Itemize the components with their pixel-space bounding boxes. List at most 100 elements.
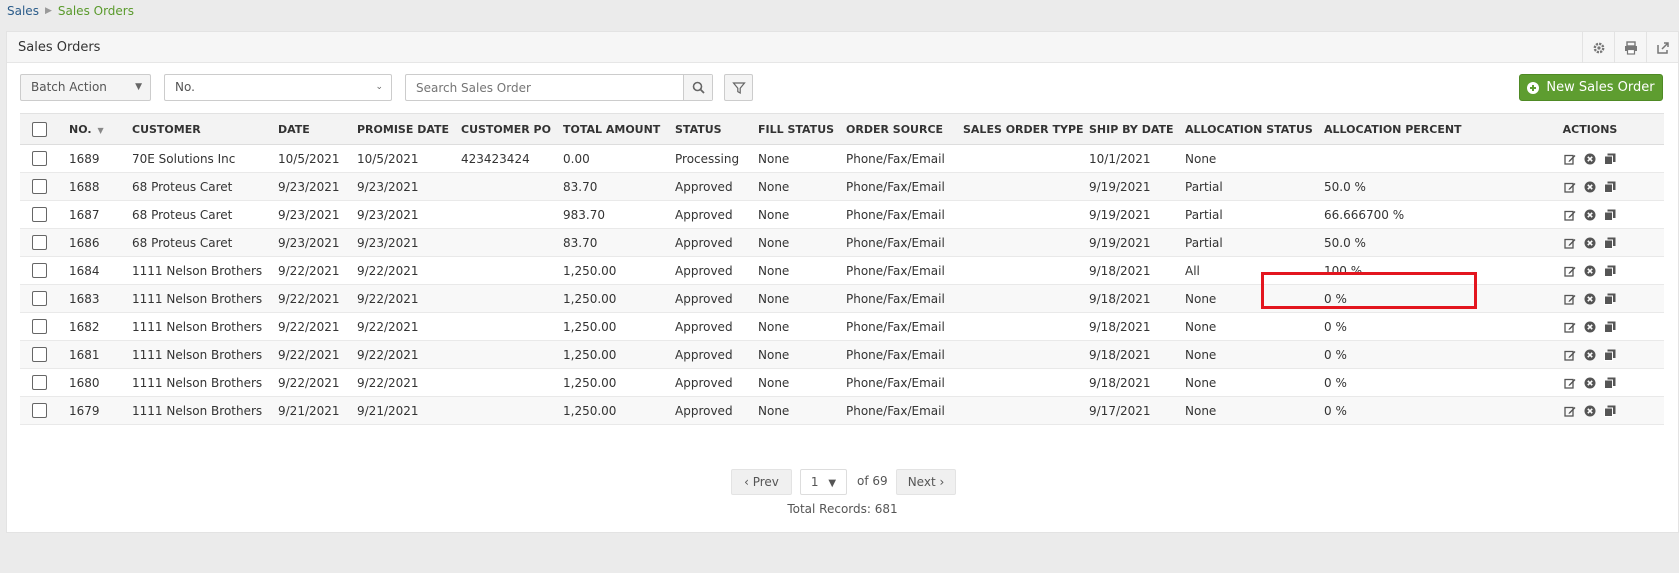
cancel-icon[interactable] [1584,349,1596,361]
header-customer-po[interactable]: CUSTOMER PO [453,113,555,145]
row-checkbox-cell [20,172,61,201]
order-number-link[interactable]: 1689 [61,144,124,173]
page-select[interactable]: 1 ▼ [800,469,847,495]
allocation-percent-cell: 50.0 % [1316,228,1516,257]
row-checkbox[interactable] [32,291,47,306]
header-ship-by-date[interactable]: SHIP BY DATE [1081,113,1177,145]
row-checkbox[interactable] [32,235,47,250]
copy-icon[interactable] [1604,209,1616,221]
copy-icon[interactable] [1604,377,1616,389]
copy-icon[interactable] [1604,321,1616,333]
header-allocation-status[interactable]: ALLOCATION STATUS [1177,113,1316,145]
row-checkbox[interactable] [32,375,47,390]
customer-link[interactable]: 1111 Nelson Brothers [124,396,270,425]
table-row: 1681 1111 Nelson Brothers 9/22/2021 9/22/20… [20,340,1664,369]
prev-page-button[interactable]: ‹ Prev [731,469,792,495]
edit-icon[interactable] [1564,153,1576,165]
copy-icon[interactable] [1604,153,1616,165]
header-order-source[interactable]: ORDER SOURCE [838,113,955,145]
customer-link[interactable]: 1111 Nelson Brothers [124,284,270,313]
filter-icon[interactable] [724,74,753,101]
edit-icon[interactable] [1564,377,1576,389]
cancel-icon[interactable] [1584,237,1596,249]
customer-link[interactable]: 68 Proteus Caret [124,228,270,257]
customer-po-cell [453,396,555,425]
header-no[interactable]: NO. ▼ [61,113,124,145]
print-icon[interactable] [1614,32,1646,63]
edit-icon[interactable] [1564,349,1576,361]
copy-icon[interactable] [1604,405,1616,417]
customer-link[interactable]: 1111 Nelson Brothers [124,312,270,341]
cancel-icon[interactable] [1584,405,1596,417]
row-checkbox[interactable] [32,151,47,166]
copy-icon[interactable] [1604,293,1616,305]
header-allocation-percent[interactable]: ALLOCATION PERCENT [1316,113,1516,145]
customer-link[interactable]: 68 Proteus Caret [124,172,270,201]
settings-gear-icon[interactable] [1582,32,1614,63]
order-number-link[interactable]: 1680 [61,368,124,397]
customer-link[interactable]: 70E Solutions Inc [124,144,270,173]
order-number-link[interactable]: 1681 [61,340,124,369]
cancel-icon[interactable] [1584,181,1596,193]
row-checkbox[interactable] [32,179,47,194]
batch-action-select[interactable]: Batch Action ▼ [20,74,151,101]
order-number-link[interactable]: 1683 [61,284,124,313]
cancel-icon[interactable] [1584,153,1596,165]
row-actions [1516,396,1664,425]
edit-icon[interactable] [1564,237,1576,249]
export-icon[interactable] [1646,32,1678,63]
row-checkbox-cell [20,396,61,425]
cancel-icon[interactable] [1584,209,1596,221]
edit-icon[interactable] [1564,265,1576,277]
header-total-amount[interactable]: TOTAL AMOUNT [555,113,667,145]
order-number-link[interactable]: 1686 [61,228,124,257]
header-sales-order-type[interactable]: SALES ORDER TYPE [955,113,1084,145]
customer-link[interactable]: 1111 Nelson Brothers [124,256,270,285]
row-checkbox[interactable] [32,263,47,278]
cancel-icon[interactable] [1584,377,1596,389]
customer-link[interactable]: 1111 Nelson Brothers [124,340,270,369]
status-cell: Approved [667,228,750,257]
edit-icon[interactable] [1564,293,1576,305]
header-status[interactable]: STATUS [667,113,750,145]
search-icon[interactable] [683,75,712,100]
copy-icon[interactable] [1604,265,1616,277]
order-number-link[interactable]: 1682 [61,312,124,341]
order-number-link[interactable]: 1688 [61,172,124,201]
allocation-status-cell: Partial [1177,172,1316,201]
header-fill-status[interactable]: FILL STATUS [750,113,838,145]
order-number-link[interactable]: 1687 [61,200,124,229]
edit-icon[interactable] [1564,181,1576,193]
table-row: 1680 1111 Nelson Brothers 9/22/2021 9/22/20… [20,368,1664,397]
copy-icon[interactable] [1604,237,1616,249]
cancel-icon[interactable] [1584,265,1596,277]
customer-link[interactable]: 68 Proteus Caret [124,200,270,229]
row-checkbox[interactable] [32,319,47,334]
search-input[interactable] [406,75,676,100]
row-checkbox[interactable] [32,207,47,222]
cancel-icon[interactable] [1584,293,1596,305]
edit-icon[interactable] [1564,209,1576,221]
order-number-link[interactable]: 1684 [61,256,124,285]
edit-icon[interactable] [1564,321,1576,333]
header-promise-date[interactable]: PROMISE DATE [349,113,453,145]
cancel-icon[interactable] [1584,321,1596,333]
total-amount-cell: 1,250.00 [555,340,667,369]
copy-icon[interactable] [1604,181,1616,193]
header-customer[interactable]: CUSTOMER [124,113,270,145]
breadcrumb-sales-link[interactable]: Sales [7,4,39,18]
next-page-button[interactable]: Next › [896,469,956,495]
customer-link[interactable]: 1111 Nelson Brothers [124,368,270,397]
search-field-select[interactable]: No. ⌄ [164,74,392,101]
row-checkbox[interactable] [32,347,47,362]
order-number-link[interactable]: 1679 [61,396,124,425]
row-checkbox[interactable] [32,403,47,418]
chevron-down-icon: ▼ [828,478,837,489]
promise-date-cell: 9/22/2021 [349,340,453,369]
edit-icon[interactable] [1564,405,1576,417]
copy-icon[interactable] [1604,349,1616,361]
header-date[interactable]: DATE [270,113,349,145]
ship-by-date-cell: 10/1/2021 [1081,144,1177,173]
new-sales-order-button[interactable]: New Sales Order [1519,74,1663,101]
select-all-checkbox[interactable] [32,121,47,137]
